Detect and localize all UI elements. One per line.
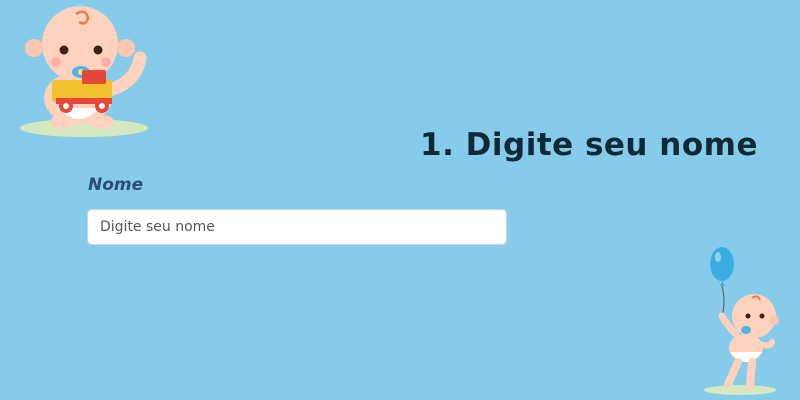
name-input[interactable] [87, 209, 507, 245]
baby-with-balloon-illustration [704, 247, 779, 395]
baby-with-toy-car-illustration [20, 6, 148, 137]
step-title: 1. Digite seu nome [420, 126, 758, 163]
name-field-label: Nome [88, 175, 144, 195]
